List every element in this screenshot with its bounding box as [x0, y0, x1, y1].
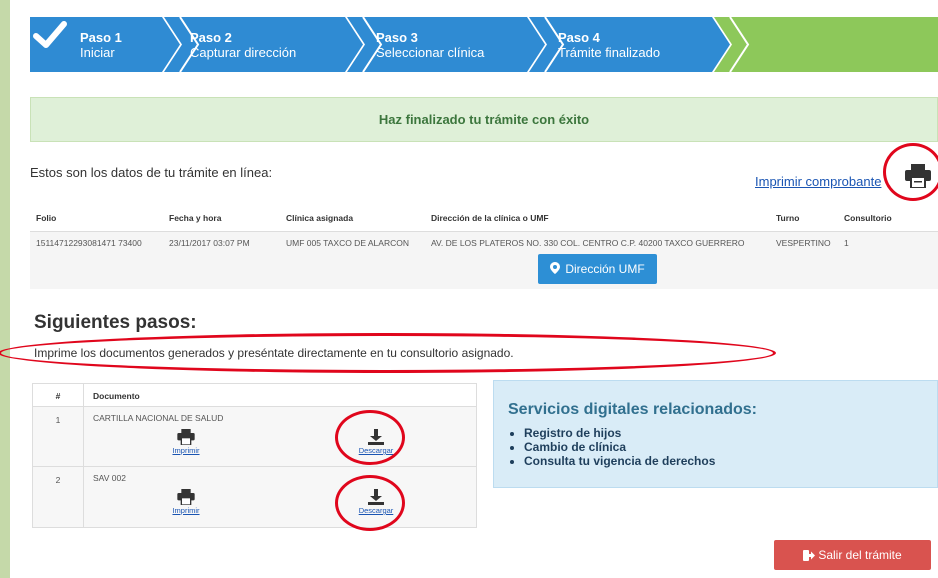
print-link[interactable]: Imprimir	[172, 446, 199, 455]
step-1-subtitle: Iniciar	[80, 45, 115, 60]
step-4-title: Paso 4	[558, 30, 600, 45]
printer-icon	[177, 429, 195, 445]
print-link[interactable]: Imprimir	[172, 506, 199, 515]
exit-procedure-button[interactable]: Salir del trámite	[774, 540, 931, 570]
next-steps-title: Siguientes pasos:	[34, 312, 197, 333]
doc-name: CARTILLA NACIONAL DE SALUD	[93, 413, 224, 423]
print-action[interactable]: Imprimir	[156, 429, 216, 455]
annotation-circle	[0, 333, 776, 373]
step-2-title: Paso 2	[190, 30, 232, 45]
step-1-title: Paso 1	[80, 30, 122, 45]
step-3-subtitle: Seleccionar clínica	[376, 45, 485, 60]
table-row: 1 CARTILLA NACIONAL DE SALUD Imprimir De…	[33, 407, 476, 467]
step-2-subtitle: Capturar dirección	[190, 45, 297, 60]
header-address: Dirección de la clínica o UMF	[425, 205, 770, 232]
printer-icon	[177, 489, 195, 505]
umf-button-label: Dirección UMF	[565, 261, 645, 276]
services-title: Servicios digitales relacionados:	[508, 401, 757, 418]
check-icon	[33, 21, 67, 48]
table-row: 2 SAV 002 Imprimir Descargar	[33, 467, 476, 527]
page: Paso 1 Iniciar Paso 2 Capturar dirección…	[0, 0, 938, 578]
cell-folio: 15114712293081471 73400	[30, 231, 163, 289]
documents-header-row: # Documento	[33, 384, 476, 407]
step-3: Paso 3 Seleccionar clínica	[376, 30, 484, 60]
cell-shift: VESPERTINO	[770, 231, 838, 289]
step-2: Paso 2 Capturar dirección	[190, 30, 296, 60]
services-list: Registro de hijos Cambio de clínica Cons…	[524, 426, 715, 468]
cell-office: 1	[838, 231, 938, 289]
umf-address-button[interactable]: Dirección UMF	[538, 253, 657, 284]
step-3-title: Paso 3	[376, 30, 418, 45]
related-services-box: Servicios digitales relacionados: Regist…	[493, 380, 938, 488]
table-row: 15114712293081471 73400 23/11/2017 03:07…	[30, 231, 938, 289]
progress-steps: Paso 1 Iniciar Paso 2 Capturar dirección…	[30, 17, 938, 72]
header-number: #	[55, 391, 61, 401]
header-office: Consultorio	[838, 205, 938, 232]
service-item: Cambio de clínica	[524, 440, 715, 454]
header-document: Documento	[93, 391, 140, 401]
documents-table: # Documento 1 CARTILLA NACIONAL DE SALUD…	[32, 383, 477, 528]
doc-name: SAV 002	[93, 473, 126, 483]
doc-number: 1	[55, 415, 61, 425]
print-receipt-link[interactable]: Imprimir comprobante	[755, 174, 881, 189]
service-item: Consulta tu vigencia de derechos	[524, 454, 715, 468]
table-header-row: Folio Fecha y hora Clínica asignada Dire…	[30, 205, 938, 232]
address-text: AV. DE LOS PLATEROS NO. 330 COL. CENTRO …	[431, 237, 745, 248]
service-item: Registro de hijos	[524, 426, 715, 440]
header-date: Fecha y hora	[163, 205, 280, 232]
exit-icon	[803, 550, 816, 561]
map-pin-icon	[550, 261, 561, 274]
header-shift: Turno	[770, 205, 838, 232]
cell-clinic: UMF 005 TAXCO DE ALARCON	[280, 231, 425, 289]
annotation-circle	[335, 410, 405, 465]
step-4: Paso 4 Trámite finalizado	[558, 30, 660, 60]
step-4-subtitle: Trámite finalizado	[558, 45, 661, 60]
cell-address: AV. DE LOS PLATEROS NO. 330 COL. CENTRO …	[425, 231, 770, 289]
annotation-circle	[335, 475, 405, 531]
annotation-circle	[883, 143, 938, 201]
step-1: Paso 1 Iniciar	[80, 30, 122, 60]
exit-label: Salir del trámite	[818, 548, 902, 562]
success-banner: Haz finalizado tu trámite con éxito	[30, 97, 938, 142]
procedure-table: Folio Fecha y hora Clínica asignada Dire…	[30, 205, 938, 289]
cell-date: 23/11/2017 03:07 PM	[163, 231, 280, 289]
print-action[interactable]: Imprimir	[156, 489, 216, 515]
umf-button-wrap: Dirección UMF	[431, 248, 764, 284]
intro-text: Estos son los datos de tu trámite en lín…	[30, 165, 273, 180]
header-folio: Folio	[30, 205, 163, 232]
doc-number: 2	[55, 475, 61, 485]
header-clinic: Clínica asignada	[280, 205, 425, 232]
